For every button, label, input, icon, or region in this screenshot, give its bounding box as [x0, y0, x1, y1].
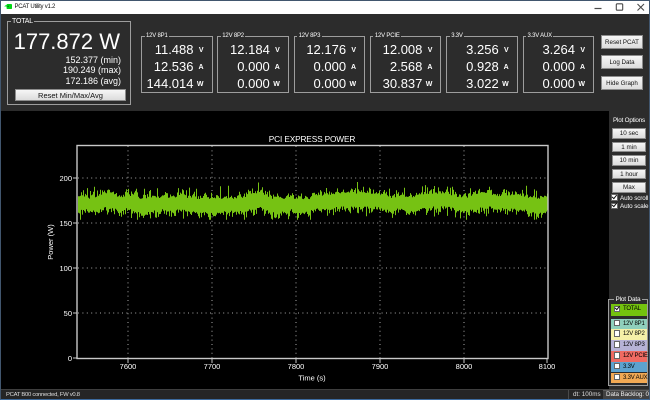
svg-text:Time (s): Time (s) — [298, 374, 326, 383]
svg-text:PCI EXPRESS POWER: PCI EXPRESS POWER — [269, 134, 356, 144]
svg-text:50: 50 — [64, 309, 72, 318]
svg-text:7700: 7700 — [204, 362, 221, 371]
svg-text:200: 200 — [59, 174, 72, 183]
svg-text:7900: 7900 — [372, 362, 389, 371]
svg-text:0: 0 — [68, 354, 72, 363]
svg-text:7600: 7600 — [120, 362, 137, 371]
svg-text:150: 150 — [59, 219, 72, 228]
svg-text:8000: 8000 — [456, 362, 473, 371]
svg-text:Power (W): Power (W) — [46, 224, 55, 260]
svg-text:7800: 7800 — [288, 362, 305, 371]
svg-text:100: 100 — [59, 264, 72, 273]
svg-text:8100: 8100 — [539, 362, 556, 371]
